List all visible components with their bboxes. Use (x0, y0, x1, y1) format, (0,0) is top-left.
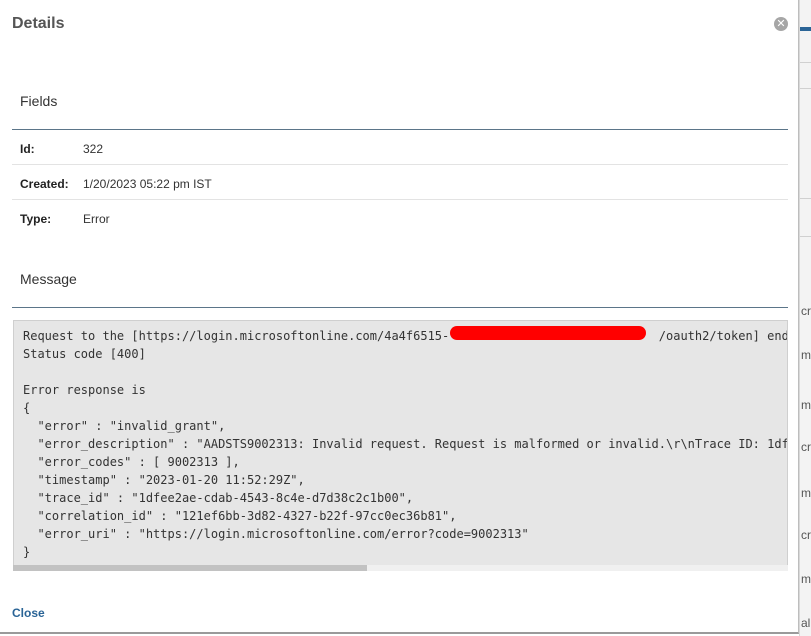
message-section-title: Message (20, 271, 77, 287)
field-value: 322 (83, 142, 104, 156)
field-value: 1/20/2023 05:22 pm IST (83, 177, 212, 191)
background-text: cri (801, 440, 811, 454)
horizontal-scrollbar[interactable] (13, 565, 788, 571)
close-circle-icon[interactable]: ✕ (774, 17, 788, 31)
details-dialog: Details ✕ Fields Id: 322 Created: 1/20/2… (0, 0, 799, 634)
field-row-created: Created: 1/20/2023 05:22 pm IST (12, 165, 788, 200)
background-text: cri (801, 304, 811, 318)
field-label: Id: (20, 142, 35, 156)
field-row-id: Id: 322 (12, 130, 788, 165)
background-divider (800, 236, 811, 237)
background-text: ali (801, 616, 811, 630)
field-label: Created: (20, 177, 69, 191)
field-row-type: Type: Error (12, 200, 788, 235)
redaction-mark (450, 326, 646, 340)
background-accent-bar (800, 27, 811, 31)
background-divider (800, 198, 811, 199)
section-divider (12, 307, 788, 308)
background-text: m/ (801, 486, 811, 500)
background-text: m/ (801, 398, 811, 412)
dialog-title: Details (12, 15, 65, 32)
background-text: m/ (801, 348, 811, 362)
message-text-box[interactable]: Request to the [https://login.microsofto… (13, 320, 788, 570)
background-text: cri (801, 528, 811, 542)
close-link[interactable]: Close (12, 606, 45, 620)
background-text: m/ (801, 572, 811, 586)
field-label: Type: (20, 212, 52, 226)
background-divider (800, 62, 811, 63)
background-divider (800, 88, 811, 89)
background-page: cri m/ m/ cri m/ cri m/ ali (799, 0, 811, 636)
field-value: Error (83, 212, 110, 226)
scrollbar-thumb[interactable] (13, 565, 367, 571)
message-text: Request to the [https://login.microsofto… (23, 329, 787, 559)
fields-section-title: Fields (20, 93, 58, 109)
